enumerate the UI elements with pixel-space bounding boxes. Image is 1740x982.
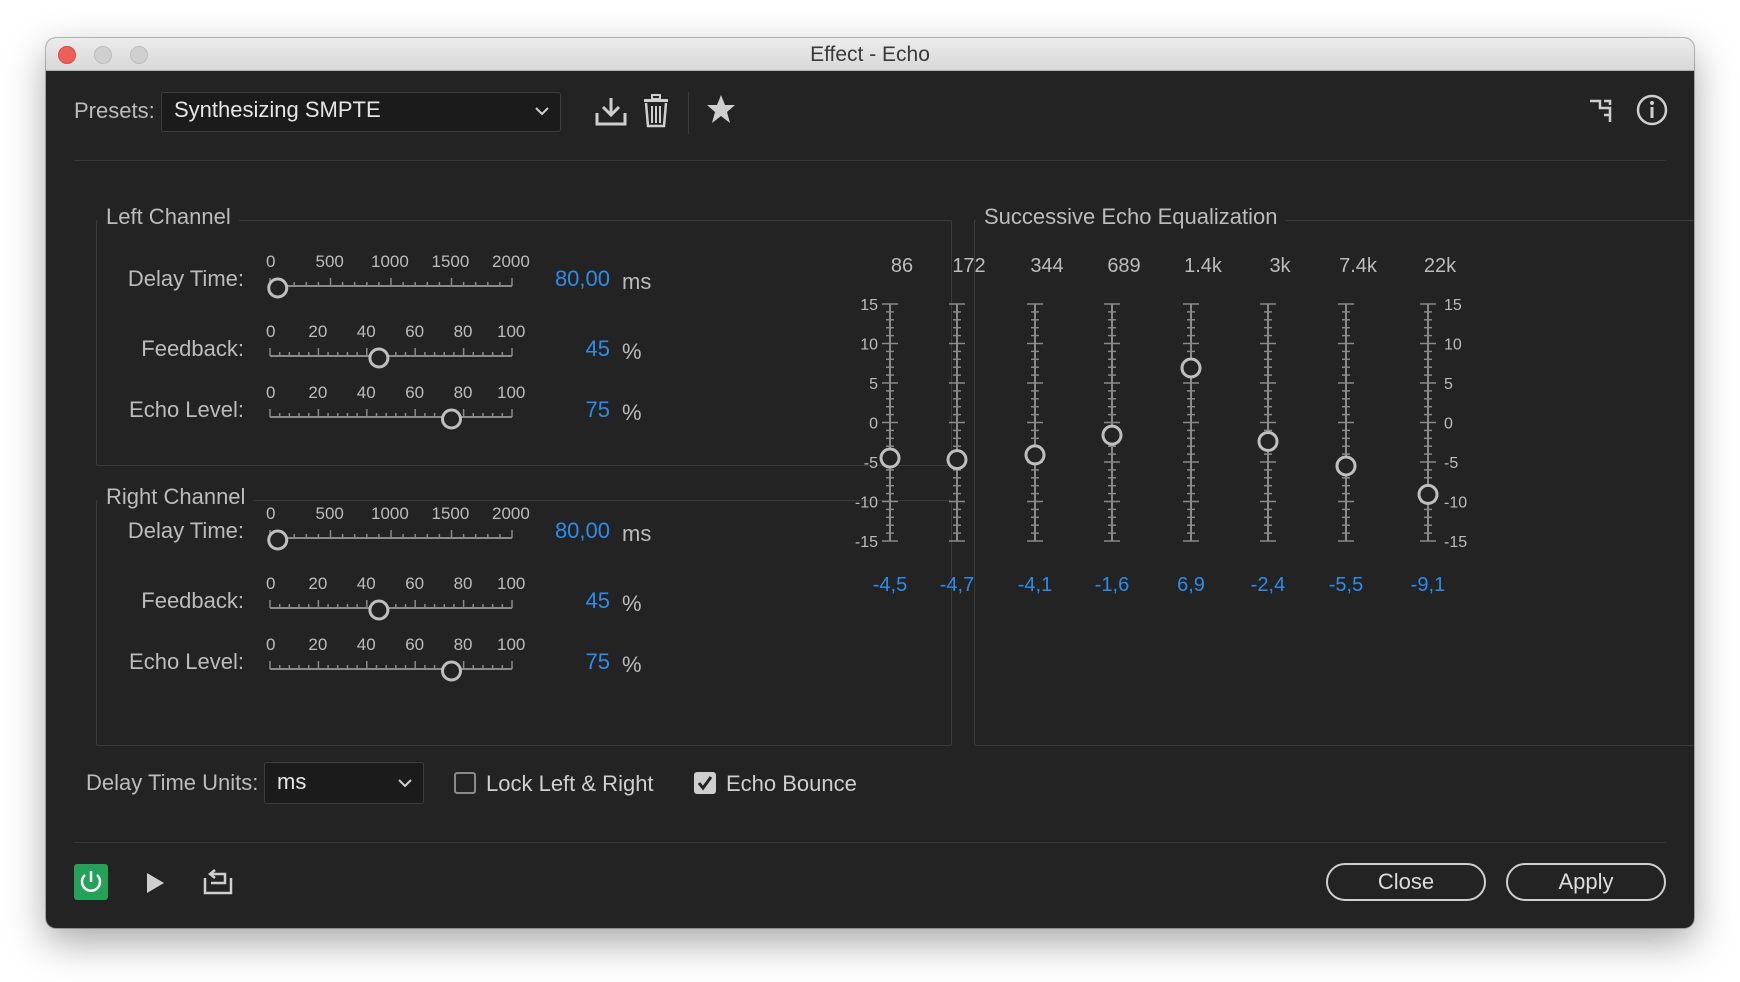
eq-scale-label-right: 10	[1444, 337, 1462, 354]
eq-slider-knob[interactable]	[1024, 444, 1046, 466]
chevron-down-icon	[397, 775, 413, 796]
eq-band-value[interactable]: -5,5	[1329, 574, 1363, 596]
eq-band-frequency: 7.4k	[1339, 255, 1378, 277]
eq-scale-label-left: 15	[860, 297, 878, 314]
eq-scale-label-left: 5	[869, 376, 878, 393]
eq-slider-knob[interactable]	[1101, 424, 1123, 446]
delay-units-dropdown[interactable]: ms	[264, 762, 424, 804]
eq-slider-knob[interactable]	[1257, 430, 1279, 452]
loop-playback-icon[interactable]	[202, 868, 234, 901]
lock-left-right-checkbox[interactable]	[454, 772, 476, 794]
eq-band-value[interactable]: 6,9	[1177, 574, 1205, 596]
eq-scale-label-left: -15	[855, 534, 878, 551]
echo-bounce-label: Echo Bounce	[726, 771, 857, 796]
eq-scale-label-left: -10	[855, 495, 878, 512]
eq-scale-label-right: 5	[1444, 376, 1453, 393]
power-toggle-button[interactable]	[74, 864, 108, 900]
eq-scale-label-left: 0	[869, 416, 878, 433]
eq-slider-knob[interactable]	[1180, 357, 1202, 379]
eq-slider-knob[interactable]	[1417, 483, 1439, 505]
eq-scale-label-right: -5	[1444, 455, 1458, 472]
eq-band-frequency: 344	[1030, 255, 1063, 277]
eq-scale-label-right: 0	[1444, 416, 1453, 433]
delay-units-selected: ms	[277, 769, 307, 794]
eq-band-value[interactable]: -2,4	[1251, 574, 1285, 596]
eq-band-value[interactable]: -4,1	[1018, 574, 1052, 596]
eq-band-value[interactable]: -4,7	[940, 574, 974, 596]
eq-band-frequency: 689	[1107, 255, 1140, 277]
checkmark-icon	[697, 776, 713, 791]
close-button[interactable]: Close	[1326, 863, 1486, 901]
eq-scale-label-left: 10	[860, 337, 878, 354]
eq-band-value[interactable]: -9,1	[1411, 574, 1445, 596]
play-icon[interactable]	[144, 872, 166, 899]
eq-band-value[interactable]: -1,6	[1095, 574, 1129, 596]
eq-slider-knob[interactable]	[946, 449, 968, 471]
power-icon	[80, 871, 102, 892]
eq-band-frequency: 22k	[1424, 255, 1457, 277]
eq-scale-label-left: -5	[864, 455, 878, 472]
eq-band-frequency: 3k	[1269, 255, 1291, 277]
eq-slider-knob[interactable]	[879, 447, 901, 469]
eq-band-frequency: 172	[952, 255, 985, 277]
apply-button[interactable]: Apply	[1506, 863, 1666, 901]
eq-band-frequency: 86	[891, 255, 913, 277]
delay-units-label: Delay Time Units:	[86, 770, 259, 795]
eq-scale-label-right: 15	[1444, 297, 1462, 314]
eq-scale-label-right: -10	[1444, 495, 1467, 512]
eq-band-value[interactable]: -4,5	[873, 574, 907, 596]
effect-window: Effect - Echo Presets: Synthesizing SMPT…	[46, 38, 1694, 928]
eq-band-frequency: 1.4k	[1184, 255, 1223, 277]
eq-scale-label-right: -15	[1444, 534, 1467, 551]
echo-bounce-checkbox[interactable]	[694, 772, 716, 794]
lock-left-right-label: Lock Left & Right	[486, 771, 654, 796]
eq-slider-knob[interactable]	[1335, 455, 1357, 477]
bottom-divider	[74, 842, 1666, 843]
